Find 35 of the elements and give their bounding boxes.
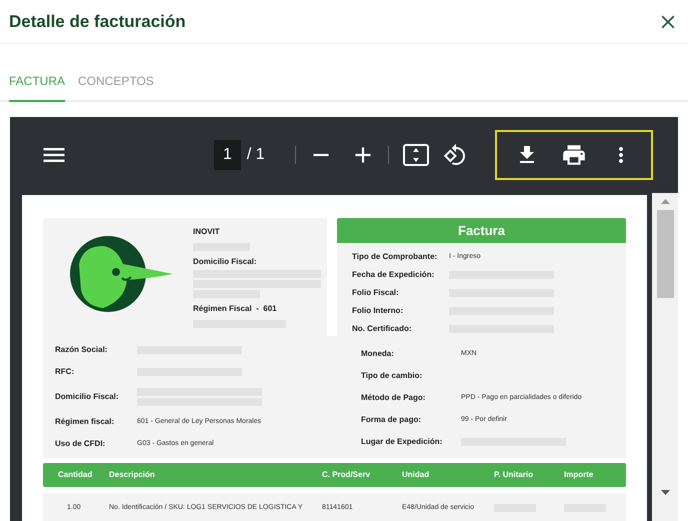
address-label: Domicilio Fiscal: bbox=[193, 256, 258, 268]
field-label: Folio Fiscal: bbox=[352, 287, 400, 299]
column-header: P. Unitario bbox=[494, 469, 534, 481]
column-header: Descripción bbox=[109, 469, 156, 481]
fit-page-icon[interactable] bbox=[402, 144, 429, 166]
field-label: Régimen fiscal: bbox=[55, 416, 116, 428]
page-number-field[interactable]: 1 bbox=[214, 140, 241, 170]
field-label: Folio Interno: bbox=[352, 305, 404, 317]
field-label: Uso de CFDI: bbox=[55, 438, 106, 450]
tab[interactable]: FACTURA bbox=[9, 72, 66, 102]
page-total: / 1 bbox=[246, 145, 265, 165]
field-label: Método de Pago: bbox=[361, 392, 426, 404]
scrollbar[interactable] bbox=[652, 193, 678, 521]
field-label: Fecha de Expedición: bbox=[352, 269, 436, 281]
field-label: RFC: bbox=[55, 366, 76, 378]
scroll-thumb[interactable] bbox=[656, 210, 674, 298]
column-header: Unidad bbox=[402, 469, 430, 481]
field-label: Forma de pago: bbox=[361, 414, 422, 426]
dialog-title: Detalle de facturación bbox=[9, 10, 186, 33]
field-label: Lugar de Expedición: bbox=[361, 436, 444, 448]
tab[interactable]: CONCEPTOS bbox=[78, 72, 154, 102]
field-label: Tipo de Comprobante: bbox=[352, 251, 438, 263]
field-label: Moneda: bbox=[361, 348, 395, 360]
field-label: Domicilio Fiscal: bbox=[55, 391, 120, 403]
column-header: C. Prod/Serv bbox=[322, 469, 372, 481]
regime-label: Régimen Fiscal - 601 bbox=[193, 303, 278, 315]
field-label: No. Certificado: bbox=[352, 323, 413, 335]
column-header: Importe bbox=[564, 469, 594, 481]
scroll-down-icon[interactable] bbox=[660, 490, 670, 495]
rotate-icon[interactable] bbox=[442, 143, 467, 167]
invoice-header: Factura bbox=[337, 218, 626, 243]
field-label: Tipo de cambio: bbox=[361, 370, 424, 382]
column-header: Cantidad bbox=[57, 469, 94, 481]
company-name: INOVIT bbox=[193, 226, 221, 238]
field-label: Razón Social: bbox=[55, 344, 108, 356]
